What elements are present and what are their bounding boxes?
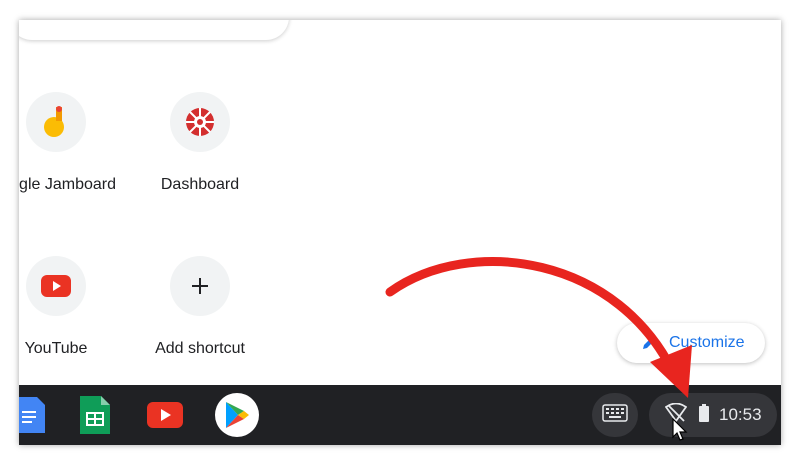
status-area[interactable]: 10:53 (649, 393, 777, 437)
shelf: 10:53 (19, 385, 781, 445)
shortcut-label: Google Jamboard (19, 176, 116, 193)
dashboard-logo-icon (170, 92, 230, 152)
youtube-icon (26, 256, 86, 316)
mouse-cursor-icon (672, 417, 688, 447)
search-box[interactable] (19, 20, 289, 40)
keyboard-icon (602, 403, 628, 427)
google-sheets-icon[interactable] (75, 395, 115, 435)
google-docs-icon[interactable] (19, 395, 51, 435)
customize-label: Customize (669, 334, 745, 351)
battery-icon (699, 403, 709, 427)
shortcut-tile-add[interactable]: Add shortcut (135, 256, 265, 366)
clock: 10:53 (719, 405, 762, 424)
shortcut-tile-jamboard[interactable]: Google Jamboard (19, 92, 121, 202)
plus-icon (170, 256, 230, 316)
new-tab-page: Google Jamboard Dashboard (19, 20, 781, 445)
google-play-icon[interactable] (215, 393, 259, 437)
shortcut-tile-dashboard[interactable]: Dashboard (135, 92, 265, 202)
pencil-icon (641, 335, 657, 356)
jamboard-icon (26, 92, 86, 152)
keyboard-button[interactable] (592, 393, 638, 437)
shortcut-tile-youtube[interactable]: YouTube (19, 256, 121, 366)
shortcut-label: YouTube (24, 340, 88, 357)
youtube-icon[interactable] (145, 395, 185, 435)
customize-button[interactable]: Customize (617, 323, 765, 363)
shortcut-label: Dashboard (160, 176, 240, 193)
shortcut-label: Add shortcut (155, 340, 245, 357)
